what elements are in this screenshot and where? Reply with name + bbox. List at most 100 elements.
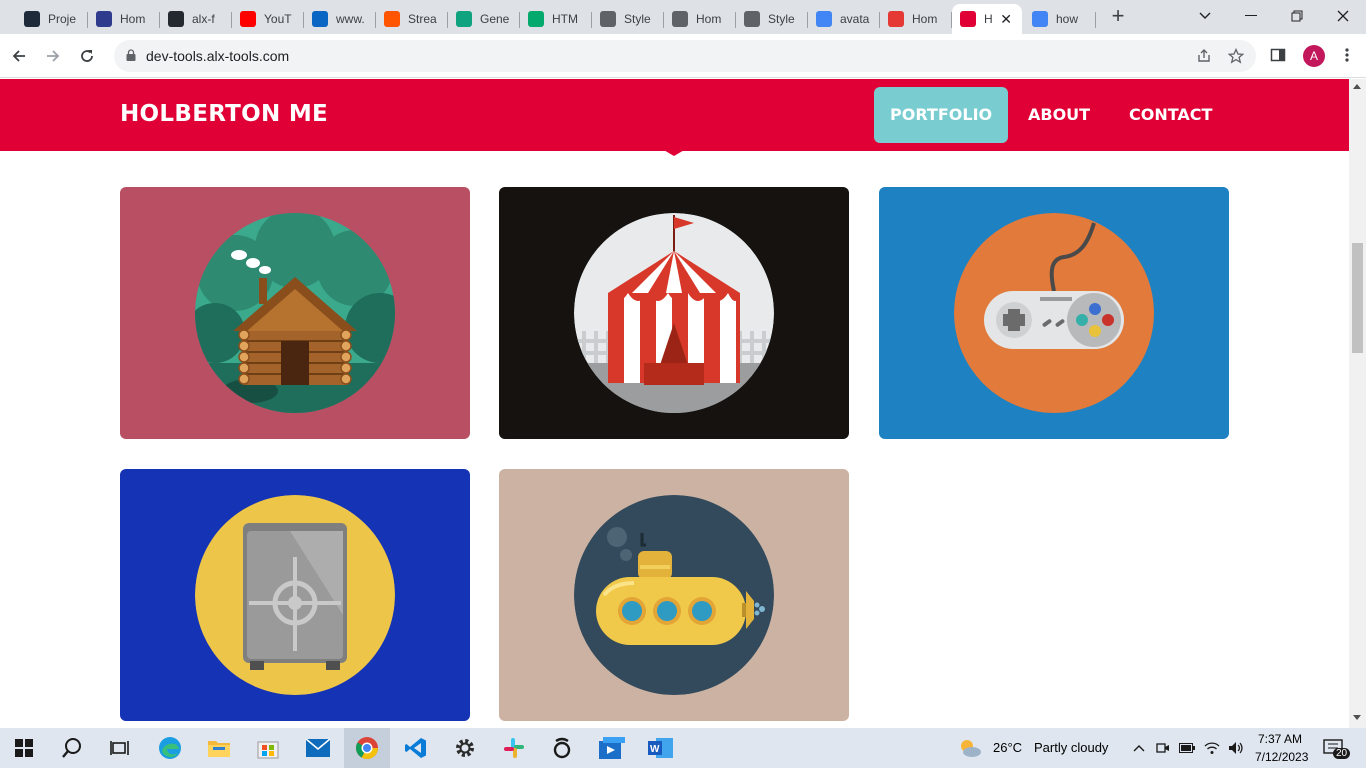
tab-label: H [984,12,993,26]
restore-button[interactable] [1274,0,1320,32]
task-view-button[interactable] [106,734,134,762]
word-icon: W [648,738,673,758]
close-tab-icon[interactable]: ✕ [1000,11,1012,28]
scroll-down-arrow-icon[interactable] [1353,715,1361,720]
store-icon [257,741,279,759]
taskbar-slack[interactable] [500,734,528,762]
more-menu-icon[interactable] [1338,47,1356,65]
taskbar-word[interactable]: W [647,734,675,762]
portfolio-item-circus-tent[interactable] [499,187,849,439]
scrollbar-thumb[interactable] [1352,243,1363,353]
browser-tab[interactable]: Gene [448,4,520,34]
chevron-up-icon [1133,745,1145,752]
share-icon[interactable] [1195,48,1213,66]
wifi-icon [1204,742,1220,754]
profile-avatar[interactable]: A [1303,45,1325,67]
taskbar-microsoft-store[interactable] [254,734,282,762]
tab-label: Strea [408,12,437,26]
linkedin-icon [312,11,328,27]
browser-tab[interactable]: Style [736,4,808,34]
nav-contact[interactable]: CONTACT [1113,87,1228,143]
taskbar-settings[interactable] [451,734,479,762]
taskbar-obs[interactable] [548,734,576,762]
browser-tab[interactable]: how [1024,4,1096,34]
weather-widget-icon[interactable] [956,734,984,762]
wifi-button[interactable] [1201,734,1223,762]
close-icon [1337,10,1349,22]
tab-search-button[interactable] [1182,0,1228,32]
windows-logo-icon [15,739,33,757]
start-button[interactable] [10,734,38,762]
portfolio-item-safe[interactable] [120,469,470,721]
page-viewport: HOLBERTON ME PORTFOLIO ABOUT CONTACT [0,79,1349,728]
tab-label: Proje [48,12,77,26]
back-button[interactable] [5,42,33,70]
browser-tab[interactable]: www. [304,4,376,34]
t-icon [888,11,904,27]
taskbar-vscode[interactable] [402,734,430,762]
browser-tab[interactable]: alx-f [160,4,232,34]
google-icon [816,11,832,27]
url-text: dev-tools.alx-tools.com [146,48,290,64]
show-hidden-icons-button[interactable] [1128,734,1150,762]
portfolio-item-submarine[interactable] [499,469,849,721]
weather-text[interactable]: Partly cloudy [1034,740,1108,755]
circus-tent-icon [574,213,774,413]
battery-button[interactable] [1176,734,1198,762]
minimize-button[interactable] [1228,0,1274,32]
slack-icon [504,738,524,758]
reload-icon [81,50,93,62]
browser-tab[interactable]: Hom [664,4,736,34]
browser-tab[interactable]: HTM [520,4,592,34]
new-tab-button[interactable]: + [1104,5,1132,29]
portfolio-item-log-cabin[interactable] [120,187,470,439]
weather-temp[interactable]: 26°C [993,740,1022,755]
browser-tab[interactable]: Proje [16,4,88,34]
side-panel-icon[interactable] [1269,47,1287,65]
meet-now-button[interactable] [1152,734,1174,762]
github-icon [168,11,184,27]
reload-button[interactable] [73,42,101,70]
taskbar-edge[interactable] [156,734,184,762]
clock-date[interactable]: 7/12/2023 [1255,750,1308,764]
search-button[interactable] [58,734,86,762]
alx-icon [24,11,40,27]
close-window-button[interactable] [1320,0,1366,32]
browser-toolbar: dev-tools.alx-tools.com [0,34,1366,78]
tab-label: Hom [912,12,938,26]
page-scrollbar[interactable] [1349,79,1366,728]
nav-about[interactable]: ABOUT [1012,87,1106,143]
bookmark-star-icon[interactable] [1227,47,1245,66]
taskbar-chrome[interactable] [353,734,381,762]
portfolio-item-game-controller[interactable] [879,187,1229,439]
browser-tab[interactable]: YouT [232,4,304,34]
tab-label: Style [768,12,795,26]
browser-tab[interactable]: avata [808,4,880,34]
log-cabin-icon [195,213,395,413]
taskbar-file-explorer[interactable] [205,734,233,762]
restore-icon [1291,10,1303,22]
forward-button[interactable] [39,42,67,70]
site-brand[interactable]: HOLBERTON ME [120,101,328,127]
tab-label: Hom [696,12,722,26]
taskbar-mail[interactable] [304,734,332,762]
browser-tab[interactable]: H ✕ [952,4,1022,34]
browser-tab[interactable]: Style [592,4,664,34]
clock-time[interactable]: 7:37 AM [1258,732,1302,746]
circular-app-icon [553,737,571,759]
browser-tab[interactable]: Hom [88,4,160,34]
safe-icon [195,495,395,695]
game-controller-icon [954,213,1154,413]
volume-button[interactable] [1225,734,1247,762]
partly-cloudy-icon [961,740,981,757]
tab-label: HTM [552,12,578,26]
site-header: HOLBERTON ME PORTFOLIO ABOUT CONTACT [0,79,1349,151]
nav-portfolio[interactable]: PORTFOLIO [874,87,1009,143]
taskbar-video-editor[interactable] [598,734,626,762]
scroll-up-arrow-icon[interactable] [1353,84,1361,89]
edge-icon [159,737,181,759]
browser-tab[interactable]: Strea [376,4,448,34]
browser-tab[interactable]: Hom [880,4,952,34]
address-bar[interactable]: dev-tools.alx-tools.com [114,40,1256,72]
vscode-icon [405,738,426,758]
